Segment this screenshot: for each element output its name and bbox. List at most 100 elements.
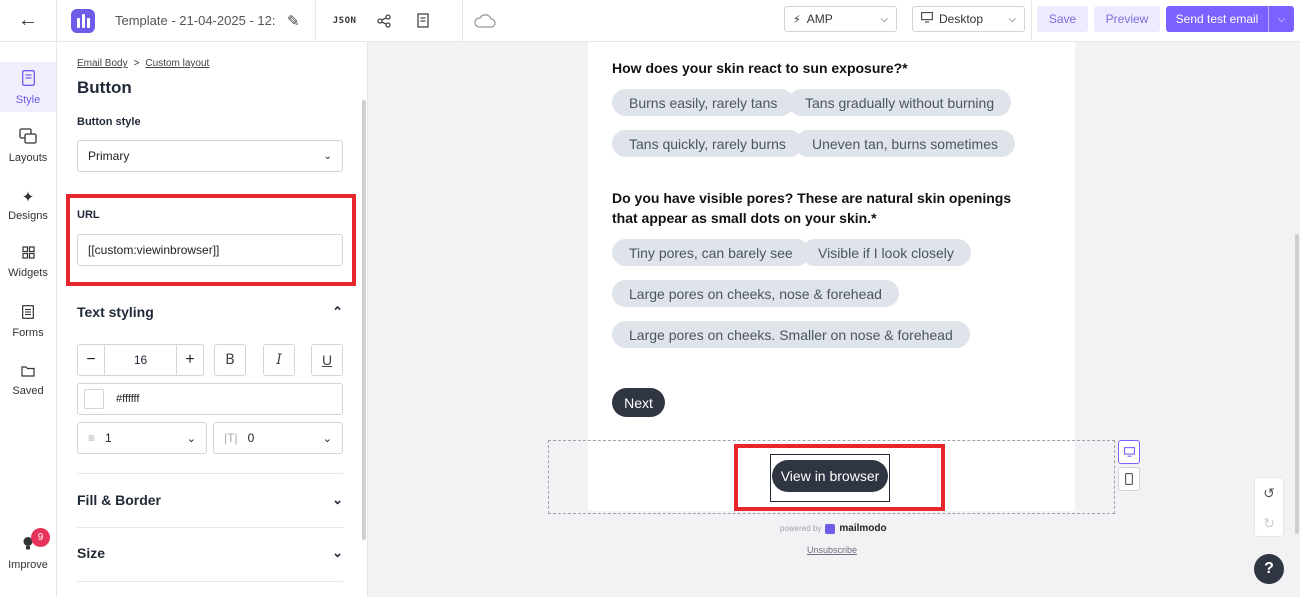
forms-icon [0,305,56,323]
redo-icon[interactable]: ↻ [1255,508,1283,538]
cloud-icon [463,13,507,28]
font-size-input[interactable]: 16 [104,345,177,375]
url-input[interactable]: [[custom:viewinbrowser]] [77,234,343,266]
mailmodo-logo [71,8,95,33]
font-size-stepper: − 16 + [77,344,204,376]
email-canvas: How does your skin react to sun exposure… [369,42,1300,597]
back-button[interactable]: ← [0,0,56,42]
history-controls: ↺ ↻ [1254,477,1284,537]
chevron-down-icon: ⌄ [322,432,332,445]
settings-panel: Email Body > Custom layout Button Button s… [57,42,368,597]
option-pill[interactable]: Tans quickly, rarely burns [612,130,803,157]
text-color-field[interactable]: #ffffff [77,383,343,415]
device-toggle [1118,440,1140,492]
lightning-icon: ⚡︎ [793,13,801,26]
chevron-down-icon[interactable]: ⌵ [1268,6,1294,32]
url-label: URL [77,209,100,221]
saved-icon [0,364,56,381]
rail-item-label: Widgets [8,267,48,279]
powered-by-text: powered by [780,524,822,533]
button-style-label: Button style [77,116,141,128]
bold-button[interactable]: B [214,344,246,376]
rail-item-label: Saved [12,385,44,397]
document-icon[interactable] [394,13,454,28]
style-icon [0,70,56,90]
size-label: Size [77,545,106,561]
next-button[interactable]: Next [612,388,665,417]
option-pill[interactable]: Tiny pores, can barely see [612,239,810,266]
rail-item-label: Style [15,94,41,106]
increase-button[interactable]: + [177,345,203,375]
line-height-value: 1 [105,431,112,445]
monitor-icon [921,12,933,26]
divider [1031,0,1032,42]
panel-scrollbar[interactable] [362,100,366,540]
rail-item-label: Layouts [8,152,48,164]
brand-name: mailmodo [839,523,887,534]
divider [77,473,343,474]
view-in-browser-button[interactable]: View in browser [772,460,888,492]
chevron-down-icon: ⌵ [880,13,888,25]
divider [56,0,57,42]
rail-item-label: Designs [8,210,48,222]
chevron-up-icon: ⌃ [332,304,343,319]
letter-spacing-value: 0 [247,431,255,445]
json-button[interactable]: JSON [316,16,374,26]
letter-spacing-select[interactable]: |T| 0 ⌄ [213,422,343,454]
chevron-down-icon: ⌄ [186,432,196,445]
rail-item-label: Improve [8,559,48,571]
desktop-view-icon[interactable] [1118,440,1140,464]
text-styling-label: Text styling [77,304,154,320]
undo-icon[interactable]: ↺ [1255,478,1283,508]
rail-item-saved[interactable]: Saved [0,364,56,397]
rail-item-style[interactable]: Style [0,62,56,112]
decrease-button[interactable]: − [78,345,104,375]
edit-name-icon[interactable]: ✎ [287,12,300,30]
amp-select-value: AMP [806,12,833,26]
underline-button[interactable]: U [311,344,343,376]
question-pores: Do you have visible pores? These are nat… [612,190,1012,226]
canvas-scrollbar[interactable] [1295,234,1299,534]
option-pill[interactable]: Large pores on cheeks, nose & forehead [612,280,899,307]
save-button[interactable]: Save [1037,6,1088,32]
breadcrumb-email-body[interactable]: Email Body [77,58,128,69]
option-pill[interactable]: Tans gradually without burning [788,89,1012,116]
rail-item-forms[interactable]: Forms [0,305,56,339]
rail-item-designs[interactable]: ✦ Designs [0,188,56,222]
chevron-down-icon: ⌄ [323,150,332,162]
designs-icon: ✦ [21,189,35,206]
breadcrumb-custom-layout[interactable]: Custom layout [145,58,209,69]
color-swatch[interactable] [84,389,104,409]
text-styling-header[interactable]: Text styling ⌃ [77,304,343,320]
fill-border-header[interactable]: Fill & Border ⌄ [77,492,343,508]
left-rail: Style Layouts ✦ Designs Widgets Forms Sa… [0,42,57,597]
mobile-view-icon[interactable] [1118,467,1140,491]
unsubscribe-link[interactable]: Unsubscribe [807,545,857,555]
divider [77,527,343,528]
device-select[interactable]: Desktop ⌵ [912,6,1025,32]
rail-item-label: Forms [12,327,44,339]
widgets-icon [0,246,56,263]
amp-select[interactable]: ⚡︎ AMP ⌵ [784,6,897,32]
question-sun-exposure: How does your skin react to sun exposure… [612,60,908,76]
fill-border-label: Fill & Border [77,492,162,508]
line-height-select[interactable]: ≡ 1 ⌄ [77,422,207,454]
button-style-select[interactable]: Primary ⌄ [77,140,343,172]
template-name[interactable]: Template - 21-04-2025 - 12:... [115,13,275,28]
preview-button[interactable]: Preview [1094,6,1160,32]
send-test-email-button[interactable]: Send test email ⌵ [1166,6,1294,32]
letter-spacing-icon: |T| [224,431,238,445]
italic-button[interactable]: I [263,344,295,376]
size-header[interactable]: Size ⌄ [77,545,343,561]
option-pill[interactable]: Large pores on cheeks. Smaller on nose &… [612,321,970,348]
powered-by: powered by mailmodo [780,523,887,534]
option-pill[interactable]: Uneven tan, burns sometimes [795,130,1015,157]
chevron-down-icon: ⌄ [332,492,343,507]
option-pill[interactable]: Burns easily, rarely tans [612,89,795,116]
help-button[interactable]: ? [1254,554,1284,584]
device-select-value: Desktop [939,12,984,26]
rail-item-layouts[interactable]: Layouts [0,128,56,164]
rail-item-widgets[interactable]: Widgets [0,246,56,279]
share-icon[interactable] [374,13,394,28]
option-pill[interactable]: Visible if I look closely [801,239,971,266]
